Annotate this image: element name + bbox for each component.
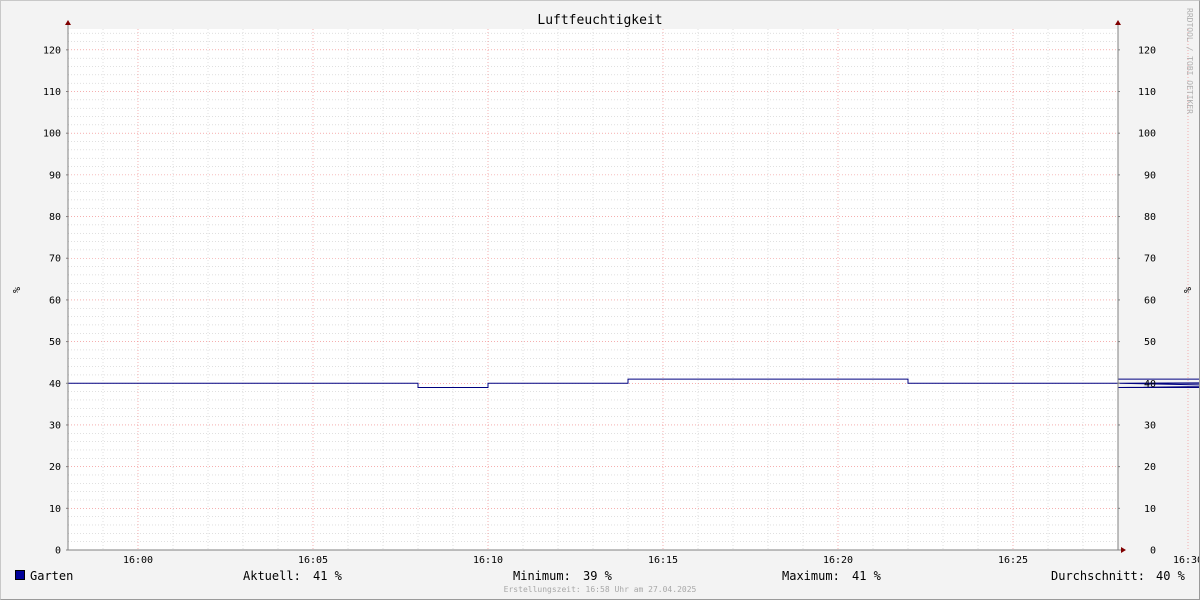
y-tick-label-left: 80	[49, 212, 61, 223]
y-tick-label-right: 70	[1144, 254, 1156, 265]
x-tick-label: 16:15	[648, 555, 678, 566]
x-tick-labels: 16:0016:0516:1016:1516:2016:2516:3016:35…	[123, 555, 1199, 566]
y-tick-label-left: 110	[43, 87, 61, 98]
creation-time-footer: Erstellungszeit: 16:58 Uhr am 27.04.2025	[503, 585, 697, 594]
y-tick-label-right: 10	[1144, 504, 1156, 515]
y-tick-label-right: 40	[1144, 379, 1156, 390]
x-tick-label: 16:20	[823, 555, 853, 566]
y-tick-label-left: 120	[43, 45, 61, 56]
legend-max-value: 41 %	[852, 569, 881, 583]
legend-max-label: Maximum:	[782, 569, 840, 583]
legend: Garten Aktuell: 41 % Minimum: 39 % Maxim…	[1, 569, 1199, 585]
y-axis-right-arrow	[1115, 20, 1121, 25]
rrdtool-watermark: RRDTOOL / TOBI OETIKER	[1185, 8, 1194, 114]
y-tick-labels-left: 0 10 20 30 40 50 60 70 80 90 100 110 120	[43, 45, 61, 556]
y-tick-label-right: 110	[1138, 87, 1156, 98]
y-tick-label-right: 50	[1144, 337, 1156, 348]
y-tick-label-right: 0	[1150, 546, 1156, 557]
legend-avg-label: Durchschnitt:	[1051, 569, 1145, 583]
legend-current-value: 41 %	[313, 569, 342, 583]
y-tick-label-right: 80	[1144, 212, 1156, 223]
y-tick-label-left: 0	[55, 546, 61, 557]
y-axis-label-right: %	[1181, 287, 1192, 293]
y-tick-label-left: 50	[49, 337, 61, 348]
x-tick-label: 16:10	[473, 555, 503, 566]
y-tick-label-left: 100	[43, 129, 61, 140]
humidity-chart: 0 10 20 30 40 50 60 70 80 90 100 110 120 0 10 20 30 40 50…	[10, 8, 1199, 566]
y-tick-label-right: 20	[1144, 462, 1156, 473]
y-tick-label-left: 40	[49, 379, 61, 390]
y-tick-labels-right: 0 10 20 30 40 50 60 70 80 90 100 110 120	[1138, 45, 1156, 556]
x-tick-label: 16:30	[1173, 555, 1199, 566]
y-tick-label-left: 30	[49, 420, 61, 431]
chart-title: Luftfeuchtigkeit	[537, 13, 662, 28]
y-tick-label-right: 30	[1144, 420, 1156, 431]
y-axis-left-arrow	[65, 20, 71, 25]
y-tick-label-right: 90	[1144, 170, 1156, 181]
x-tick-label: 16:25	[998, 555, 1028, 566]
y-tick-label-right: 60	[1144, 295, 1156, 306]
chart-frame: 0 10 20 30 40 50 60 70 80 90 100 110 120 0 10 20 30 40 50…	[0, 0, 1200, 600]
legend-swatch-garten	[15, 570, 25, 580]
x-tick-label: 16:05	[298, 555, 328, 566]
legend-min-label: Minimum:	[513, 569, 571, 583]
y-axis-label-left: %	[10, 287, 21, 293]
y-tick-label-left: 20	[49, 462, 61, 473]
legend-series-name: Garten	[30, 569, 74, 583]
y-tick-label-left: 10	[49, 504, 61, 515]
legend-avg-value: 40 %	[1156, 569, 1185, 583]
y-tick-label-left: 70	[49, 254, 61, 265]
x-axis-arrow	[1121, 547, 1126, 553]
legend-min-value: 39 %	[583, 569, 612, 583]
y-tick-label-right: 120	[1138, 45, 1156, 56]
y-tick-label-right: 100	[1138, 129, 1156, 140]
x-tick-label: 16:00	[123, 555, 153, 566]
y-tick-label-left: 90	[49, 170, 61, 181]
legend-current-label: Aktuell:	[243, 569, 301, 583]
y-tick-label-left: 60	[49, 295, 61, 306]
